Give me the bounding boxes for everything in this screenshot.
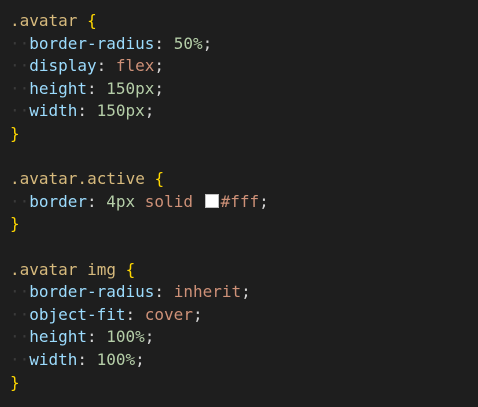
css-value: solid: [144, 191, 193, 211]
close-brace: }: [10, 214, 20, 234]
css-property: width: [29, 101, 78, 121]
css-value: 4px: [106, 191, 136, 211]
css-property: display: [29, 56, 97, 76]
indent-whitespace: ··: [10, 191, 30, 211]
code-line: ··border-radius: 50%;: [10, 33, 478, 56]
code-line: }: [10, 123, 478, 146]
css-property: width: [29, 349, 78, 369]
indent-whitespace: ··: [10, 56, 30, 76]
code-line: }: [10, 213, 478, 236]
code-line: ··border-radius: inherit;: [10, 281, 478, 304]
code-line: ··border: 4px solid #fff;: [10, 191, 478, 214]
code-line: .avatar {: [10, 10, 478, 33]
css-value: flex: [115, 56, 155, 76]
css-selector: .avatar img: [10, 259, 116, 279]
indent-whitespace: ··: [10, 327, 30, 347]
code-line: ··object-fit: cover;: [10, 304, 478, 327]
indent-whitespace: ··: [10, 349, 30, 369]
code-line: .avatar.active {: [10, 168, 478, 191]
css-selector: .avatar.active: [10, 169, 145, 189]
css-value: #fff: [220, 191, 260, 211]
css-property: border: [29, 191, 87, 211]
close-brace: }: [10, 123, 20, 143]
css-value: 50%: [173, 33, 203, 53]
open-brace: {: [154, 169, 165, 189]
css-value: 100%: [106, 327, 145, 347]
code-line: ··width: 100%;: [10, 349, 478, 372]
css-value: 150px: [106, 78, 155, 98]
code-line: ··width: 150px;: [10, 100, 478, 123]
css-value: inherit: [173, 282, 242, 302]
open-brace: {: [125, 259, 136, 279]
open-brace: {: [87, 11, 97, 30]
code-line: .avatar img {: [10, 259, 478, 282]
css-value: 150px: [96, 101, 145, 121]
css-value: 100%: [96, 349, 136, 369]
color-swatch-icon[interactable]: [204, 193, 219, 208]
css-selector: .avatar: [10, 11, 78, 30]
indent-whitespace: ··: [10, 78, 30, 98]
code-editor[interactable]: .avatar { ··border-radius: 50%; ··displa…: [0, 0, 478, 407]
code-line: ··display: flex;: [10, 55, 478, 78]
css-property: height: [29, 327, 87, 347]
indent-whitespace: ··: [10, 101, 30, 121]
code-line: }: [10, 372, 478, 395]
css-property: border-radius: [29, 33, 155, 53]
css-property: object-fit: [29, 304, 126, 324]
indent-whitespace: ··: [10, 282, 30, 302]
close-brace: }: [10, 372, 20, 392]
css-value: cover: [144, 304, 193, 324]
indent-whitespace: ··: [10, 33, 30, 53]
css-property: height: [29, 78, 87, 98]
code-line: ··height: 150px;: [10, 78, 478, 101]
indent-whitespace: ··: [10, 304, 30, 324]
css-property: border-radius: [29, 282, 155, 302]
code-line: ··height: 100%;: [10, 326, 478, 349]
